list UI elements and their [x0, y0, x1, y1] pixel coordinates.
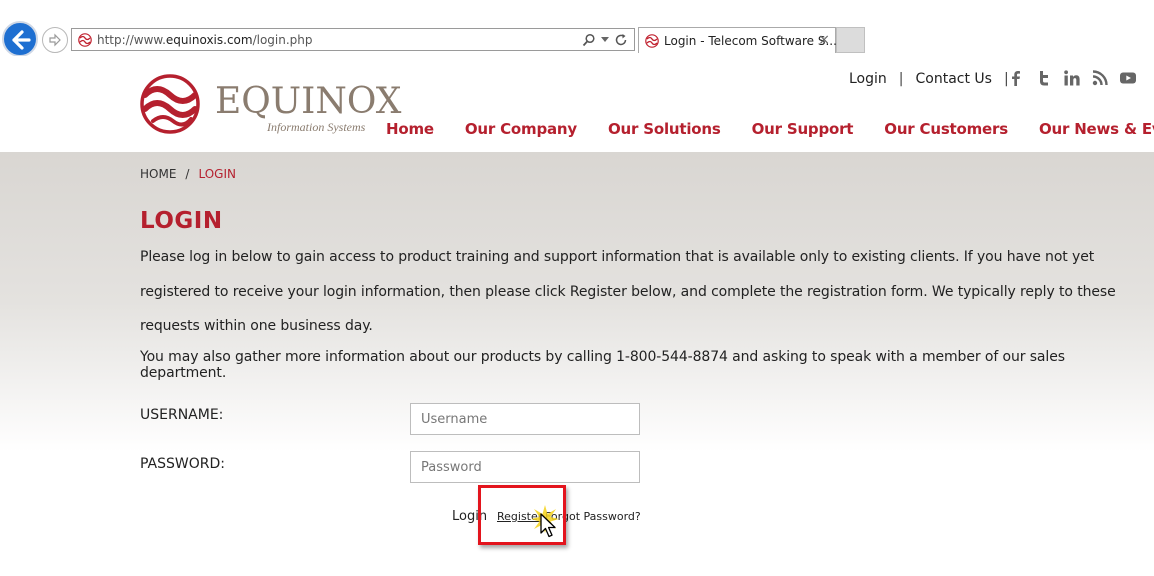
new-tab-button[interactable] — [836, 27, 865, 53]
address-tools — [582, 31, 628, 49]
mouse-cursor-icon — [540, 513, 556, 538]
nav-our-customers[interactable]: Our Customers — [884, 120, 1008, 138]
browser-chrome: http://www.equinoxis.com/login.php Login… — [0, 0, 1154, 57]
logo-wordmark: EQUINOX — [215, 81, 402, 122]
breadcrumb: HOME / LOGIN — [140, 167, 236, 181]
url-path: /login.php — [252, 33, 313, 47]
username-input[interactable] — [410, 403, 640, 435]
nav-our-news-events[interactable]: Our News & Events — [1039, 120, 1154, 138]
breadcrumb-home[interactable]: HOME — [140, 167, 176, 181]
tab-title: Login - Telecom Software S... — [664, 34, 837, 48]
contact-us-link[interactable]: Contact Us — [916, 71, 992, 87]
arrow-left-icon — [12, 30, 31, 50]
password-input[interactable] — [410, 451, 640, 483]
url-domain: equinoxis.com — [165, 33, 253, 47]
refresh-icon[interactable] — [614, 33, 628, 47]
site-header: EQUINOX Information Systems Login | Cont… — [0, 56, 1154, 152]
arrow-right-icon — [49, 33, 61, 47]
page-title: LOGIN — [140, 208, 223, 234]
linkedin-icon[interactable] — [1063, 69, 1081, 87]
equinox-swirl-icon — [140, 74, 200, 134]
address-url: http://www.equinoxis.com/login.php — [97, 33, 313, 47]
link-separator: | — [898, 71, 904, 87]
breadcrumb-current: LOGIN — [198, 167, 236, 181]
social-icons — [1007, 69, 1137, 87]
username-label: USERNAME: — [140, 407, 224, 423]
top-login-link[interactable]: Login — [849, 71, 887, 87]
dropdown-arrow-icon[interactable] — [601, 37, 609, 43]
password-label: PASSWORD: — [140, 456, 225, 472]
utility-links: Login | Contact Us | — [849, 71, 1021, 87]
equinox-favicon-icon — [645, 34, 659, 48]
equinox-favicon-icon — [78, 33, 92, 47]
back-button[interactable] — [2, 21, 38, 57]
main-navigation: Home Our Company Our Solutions Our Suppo… — [386, 120, 1154, 138]
intro-paragraph: Please log in below to gain access to pr… — [140, 249, 1116, 334]
logo-tagline: Information Systems — [267, 120, 366, 134]
nav-home[interactable]: Home — [386, 120, 434, 138]
search-icon[interactable] — [582, 33, 596, 47]
rss-icon[interactable] — [1091, 69, 1109, 87]
nav-our-support[interactable]: Our Support — [752, 120, 854, 138]
tab-close-icon[interactable]: × — [818, 32, 830, 48]
youtube-icon[interactable] — [1119, 69, 1137, 87]
twitter-icon[interactable] — [1035, 69, 1053, 87]
address-bar[interactable]: http://www.equinoxis.com/login.php — [71, 28, 635, 51]
nav-our-solutions[interactable]: Our Solutions — [608, 120, 721, 138]
sales-contact-paragraph: You may also gather more information abo… — [140, 349, 1065, 381]
nav-our-company[interactable]: Our Company — [465, 120, 577, 138]
browser-tab-active[interactable]: Login - Telecom Software S... × — [638, 27, 837, 53]
equinox-logo[interactable]: EQUINOX Information Systems — [139, 73, 401, 135]
breadcrumb-separator: / — [185, 167, 190, 181]
forward-button[interactable] — [42, 27, 68, 53]
url-prefix: http://www. — [97, 33, 166, 47]
facebook-icon[interactable] — [1007, 69, 1025, 87]
main-content: HOME / LOGIN LOGIN Please log in below to … — [0, 152, 1154, 576]
